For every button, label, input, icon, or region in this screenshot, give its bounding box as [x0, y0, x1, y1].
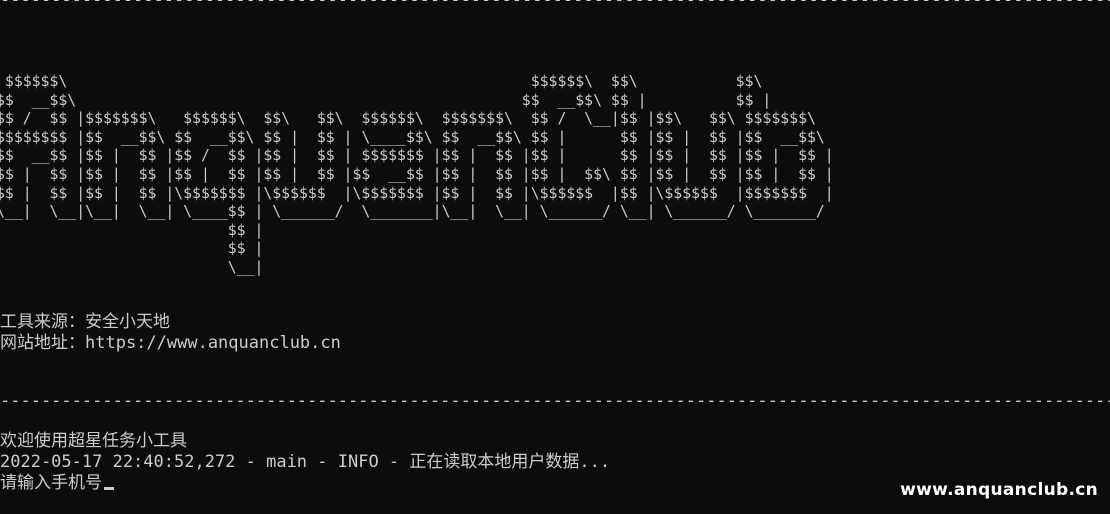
banner-line: $$$$$$$$ |$$ __$$\ $$ __$$\ $$ | $$ | \_…	[0, 127, 825, 146]
banner-line: \__|	[0, 257, 264, 276]
banner-line: \__| \__|\__| \__| \____$$ | \______/ \_…	[0, 202, 825, 221]
banner-line: $$$$$$\ $$$$$$\ $$\ $$\	[0, 72, 763, 90]
log-line: 2022-05-17 22:40:52,272 - main - INFO - …	[0, 452, 611, 472]
phone-prompt[interactable]: 请输入手机号	[0, 473, 114, 494]
banner-line: $$ __$$ |$$ | $$ |$$ / $$ |$$ | $$ | $$$…	[0, 146, 834, 165]
banner-line: $$ | $$ |$$ | $$ |$$ | $$ |$$ | $$ |$$ _…	[0, 164, 834, 183]
banner-line: $$ / $$ |$$$$$$$\ $$$$$$\ $$\ $$\ $$$$$$…	[0, 109, 816, 128]
prompt-text: 请输入手机号	[0, 473, 102, 493]
watermark: www.anquanclub.cn	[900, 480, 1098, 500]
ascii-banner: $$$$$$\ $$$$$$\ $$\ $$\ $$ __$$\ $$ __$$…	[0, 72, 834, 277]
separator-middle: ----------------------------------------…	[0, 394, 1110, 408]
banner-line: $$ | $$ |$$ | $$ |\$$$$$$$ |\$$$$$$ |\$$…	[0, 183, 834, 202]
welcome-line: 欢迎使用超星任务小工具	[0, 431, 187, 451]
banner-line: $$ |	[0, 239, 264, 258]
separator-top: ----------------------------------------…	[0, 0, 1110, 7]
text-cursor	[104, 487, 114, 490]
banner-line: $$ |	[0, 220, 264, 239]
site-address-line: 网站地址：https://www.anquanclub.cn	[0, 333, 341, 353]
terminal-window[interactable]: ----------------------------------------…	[0, 0, 1110, 514]
tool-source-line: 工具来源：安全小天地	[0, 312, 170, 332]
banner-line: $$ __$$\ $$ __$$\ $$ | $$ |	[0, 90, 772, 109]
